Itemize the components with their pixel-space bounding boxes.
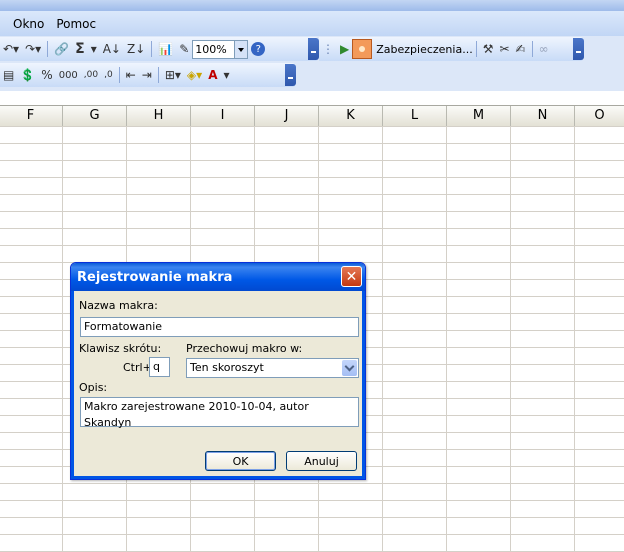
run-macro-icon[interactable]: ▶ (337, 39, 352, 59)
store-macro-select[interactable]: Ten skoroszyt (186, 358, 359, 378)
dialog-title: Rejestrowanie makra (77, 269, 233, 285)
chart-wizard-icon[interactable]: 📊 (155, 39, 176, 59)
close-icon: ✕ (345, 268, 358, 285)
column-header-l[interactable]: L (382, 106, 446, 126)
visual-basic-toolbar: ⋮ ▶ Zabezpieczenia... ⚒ ✂ ✍ ∞ (319, 37, 584, 61)
shortcut-key-label: Klawisz skrótu: (79, 342, 162, 355)
borders-icon[interactable]: ⊞▾ (162, 65, 184, 85)
redo-icon[interactable]: ↷▾ (22, 39, 44, 59)
visual-basic-editor-icon[interactable]: ✂ (496, 39, 512, 59)
ctrl-label: Ctrl+ (123, 361, 152, 374)
close-button[interactable]: ✕ (341, 266, 362, 287)
toolbar-area: ↶▾ ↷▾ 🔗 Σ ▾ A↓ Z↓ 📊 ✎ 100% ? ⋮ ▶ Zabezpi… (0, 36, 624, 91)
store-macro-value: Ten skoroszyt (190, 361, 264, 374)
toolbar-separator (151, 41, 153, 57)
column-header-m[interactable]: M (446, 106, 510, 126)
chevron-down-icon[interactable] (234, 40, 248, 58)
column-header-f[interactable]: F (0, 106, 62, 126)
column-header-o[interactable]: O (574, 106, 624, 126)
toolbar-separator (118, 67, 120, 83)
column-header-k[interactable]: K (318, 106, 382, 126)
font-color-icon[interactable]: A (205, 65, 220, 85)
macro-name-label: Nazwa makra: (79, 299, 158, 312)
record-macro-dialog: Rejestrowanie makra ✕ Nazwa makra: Forma… (70, 262, 366, 480)
store-macro-in-label: Przechowuj makro w: (186, 342, 303, 355)
toolbar-options-icon[interactable] (573, 38, 584, 60)
security-button[interactable]: Zabezpieczenia... (352, 39, 473, 59)
column-header-i[interactable]: I (190, 106, 254, 126)
description-textarea[interactable]: Makro zarejestrowane 2010-10-04, autor S… (80, 397, 359, 429)
description-label: Opis: (79, 381, 108, 394)
security-label: Zabezpieczenia... (376, 42, 473, 56)
menu-bar: Okno Pomoc (0, 11, 624, 36)
increase-decimal-icon[interactable]: ,00 (81, 65, 101, 85)
sort-descending-icon[interactable]: Z↓ (124, 39, 148, 59)
zoom-value: 100% (195, 42, 227, 56)
cancel-button[interactable]: Anuluj (286, 451, 357, 471)
decrease-indent-icon[interactable]: ⇤ (123, 65, 139, 85)
column-header-g[interactable]: G (62, 106, 126, 126)
percent-style-icon[interactable]: % (38, 65, 55, 85)
menu-pomoc[interactable]: Pomoc (50, 17, 102, 31)
toolbar-separator (47, 41, 49, 57)
ok-button[interactable]: OK (205, 451, 276, 471)
increase-indent-icon[interactable]: ⇥ (139, 65, 155, 85)
currency-icon[interactable]: 💲 (17, 65, 38, 85)
shortcut-key-input[interactable]: q (149, 357, 170, 377)
window-title-strip (0, 0, 624, 11)
formatting-toolbar: ▤ 💲 % 000 ,00 ,0 ⇤ ⇥ ⊞▾ ◈▾ A ▾ (0, 63, 296, 87)
record-macro-icon[interactable] (352, 39, 373, 59)
autosum-icon[interactable]: Σ (72, 39, 88, 59)
drawing-icon[interactable]: ✎ (176, 39, 192, 59)
column-header-n[interactable]: N (510, 106, 574, 126)
toolbar-options-icon[interactable] (308, 38, 319, 60)
undo-icon[interactable]: ↶▾ (0, 39, 22, 59)
comma-style-icon[interactable]: 000 (56, 65, 81, 85)
sort-ascending-icon[interactable]: A↓ (100, 39, 124, 59)
decrease-decimal-icon[interactable]: ,0 (101, 65, 116, 85)
dialog-body: Nazwa makra: Formatowanie Klawisz skrótu… (71, 291, 365, 479)
fill-color-icon[interactable]: ◈▾ (184, 65, 205, 85)
merge-icon[interactable]: ▤ (0, 65, 17, 85)
autosum-dropdown-icon[interactable]: ▾ (88, 39, 100, 59)
font-color-dropdown-icon[interactable]: ▾ (220, 65, 232, 85)
toolbar-separator (531, 41, 533, 57)
menu-okno[interactable]: Okno (7, 17, 50, 31)
chevron-down-icon[interactable] (342, 360, 357, 376)
dialog-title-bar[interactable]: Rejestrowanie makra (71, 263, 365, 291)
column-header-h[interactable]: H (126, 106, 190, 126)
toolbar-options-icon[interactable] (285, 64, 296, 86)
zoom-select[interactable]: 100% (192, 39, 249, 59)
toolbar-separator (157, 67, 159, 83)
help-icon[interactable]: ? (248, 39, 268, 59)
hyperlink-icon[interactable]: 🔗 (51, 39, 72, 59)
toolbar-separator (475, 41, 477, 57)
toolbar-grip-icon[interactable]: ⋮ (319, 39, 337, 59)
column-header-bar: F G H I J K L M N O (0, 105, 624, 127)
standard-toolbar: ↶▾ ↷▾ 🔗 Σ ▾ A↓ Z↓ 📊 ✎ 100% ? (0, 37, 319, 61)
microsoft-script-editor-icon[interactable]: ∞ (536, 39, 552, 59)
column-header-j[interactable]: J (254, 106, 318, 126)
control-toolbox-icon[interactable]: ⚒ (480, 39, 497, 59)
macro-name-input[interactable]: Formatowanie (80, 317, 359, 337)
design-mode-icon[interactable]: ✍ (513, 39, 529, 59)
